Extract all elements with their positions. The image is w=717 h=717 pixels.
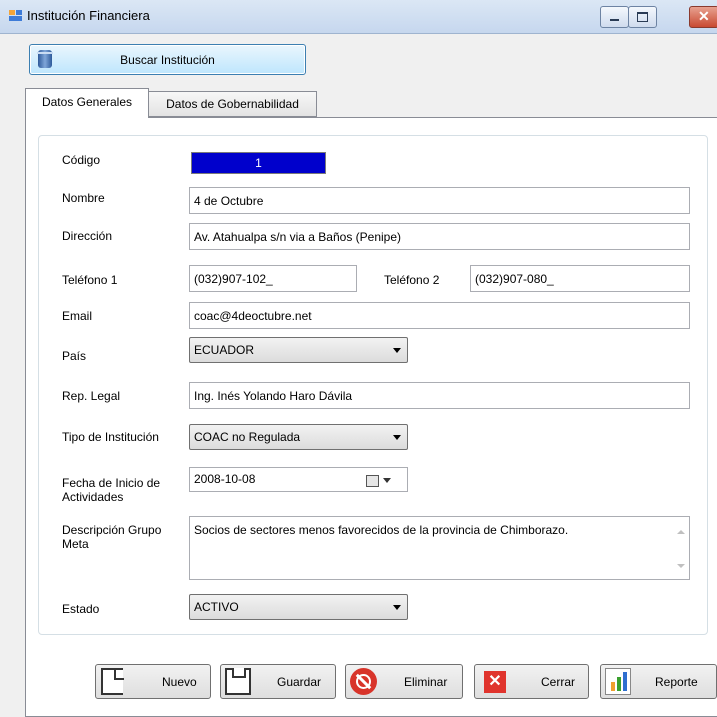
direccion-input[interactable]: Av. Atahualpa s/n via a Baños (Penipe) xyxy=(189,223,690,250)
estado-value: ACTIVO xyxy=(194,600,239,614)
maximize-button[interactable] xyxy=(628,6,657,28)
maximize-icon xyxy=(637,12,648,22)
estado-label: Estado xyxy=(62,602,100,616)
title-bar: Institución Financiera ✕ xyxy=(0,0,717,34)
codigo-value: 1 xyxy=(255,156,262,170)
scroll-up-icon[interactable] xyxy=(677,530,685,534)
eliminar-label: Eliminar xyxy=(404,675,448,689)
minimize-icon xyxy=(610,19,619,21)
telefono2-input[interactable]: (032)907-080_ xyxy=(470,265,690,292)
nuevo-label: Nuevo xyxy=(162,675,197,689)
tab-datos-generales[interactable]: Datos Generales xyxy=(25,88,149,118)
chevron-down-icon xyxy=(393,348,401,353)
tipo-institucion-select[interactable]: COAC no Regulada xyxy=(189,424,408,450)
email-label: Email xyxy=(62,309,93,323)
tipo-institucion-value: COAC no Regulada xyxy=(194,430,301,444)
pais-value: ECUADOR xyxy=(194,343,255,357)
chevron-down-icon xyxy=(393,605,401,610)
search-institution-label: Buscar Institución xyxy=(120,53,215,67)
tab-label: Datos de Gobernabilidad xyxy=(166,97,299,111)
descripcion-label: Descripción Grupo Meta xyxy=(62,523,162,551)
direccion-label: Dirección xyxy=(62,229,113,243)
vertical-scrollbar[interactable] xyxy=(672,517,689,579)
chevron-down-icon[interactable] xyxy=(383,478,391,483)
fecha-inicio-picker[interactable]: 2008-10-08 xyxy=(189,467,408,492)
descripcion-value: Socios de sectores menos favorecidos de … xyxy=(194,523,569,537)
pais-select[interactable]: ECUADOR xyxy=(189,337,408,363)
delete-icon xyxy=(350,668,377,695)
save-icon xyxy=(225,668,251,695)
telefono1-input[interactable]: (032)907-102_ xyxy=(189,265,357,292)
fecha-inicio-label: Fecha de Inicio de Actividades xyxy=(62,476,161,504)
close-icon: ✕ xyxy=(484,671,506,693)
fecha-inicio-value: 2008-10-08 xyxy=(194,472,256,486)
cerrar-button[interactable]: ✕ Cerrar xyxy=(474,664,589,699)
scroll-down-icon[interactable] xyxy=(677,564,685,568)
rep-legal-label: Rep. Legal xyxy=(62,389,121,403)
telefono2-value: (032)907-080_ xyxy=(475,272,554,286)
reporte-button[interactable]: Reporte xyxy=(600,664,717,699)
new-document-icon xyxy=(101,668,124,695)
cerrar-label: Cerrar xyxy=(541,675,576,689)
rep-legal-input[interactable]: Ing. Inés Yolando Haro Dávila xyxy=(189,382,690,409)
guardar-button[interactable]: Guardar xyxy=(220,664,336,699)
telefono2-label: Teléfono 2 xyxy=(384,273,440,287)
descripcion-textarea[interactable]: Socios de sectores menos favorecidos de … xyxy=(189,516,690,580)
window-title: Institución Financiera xyxy=(27,8,150,23)
calendar-icon[interactable] xyxy=(366,475,379,487)
guardar-label: Guardar xyxy=(277,675,322,689)
email-value: coac@4deoctubre.net xyxy=(194,309,312,323)
nombre-input[interactable]: 4 de Octubre xyxy=(189,187,690,214)
codigo-label: Código xyxy=(62,153,101,167)
minimize-button[interactable] xyxy=(600,6,629,28)
tipo-institucion-label: Tipo de Institución xyxy=(62,430,159,444)
codigo-field: 1 xyxy=(191,152,326,174)
tab-label: Datos Generales xyxy=(41,95,133,109)
nombre-value: 4 de Octubre xyxy=(194,194,264,208)
app-window-icon xyxy=(9,10,22,21)
close-window-button[interactable]: ✕ xyxy=(689,6,717,28)
telefono1-label: Teléfono 1 xyxy=(62,273,118,287)
eliminar-button[interactable]: Eliminar xyxy=(345,664,463,699)
estado-select[interactable]: ACTIVO xyxy=(189,594,408,620)
rep-legal-value: Ing. Inés Yolando Haro Dávila xyxy=(194,389,353,403)
close-icon: ✕ xyxy=(698,8,710,24)
bar-chart-icon xyxy=(605,668,631,695)
reporte-label: Reporte xyxy=(655,675,698,689)
tab-datos-gobernabilidad[interactable]: Datos de Gobernabilidad xyxy=(148,91,317,117)
direccion-value: Av. Atahualpa s/n via a Baños (Penipe) xyxy=(194,230,402,244)
pais-label: País xyxy=(62,349,87,363)
telefono1-value: (032)907-102_ xyxy=(194,272,273,286)
email-input[interactable]: coac@4deoctubre.net xyxy=(189,302,690,329)
search-institution-button[interactable]: Buscar Institución xyxy=(29,44,306,75)
nombre-label: Nombre xyxy=(62,191,105,205)
nuevo-button[interactable]: Nuevo xyxy=(95,664,211,699)
chevron-down-icon xyxy=(393,435,401,440)
